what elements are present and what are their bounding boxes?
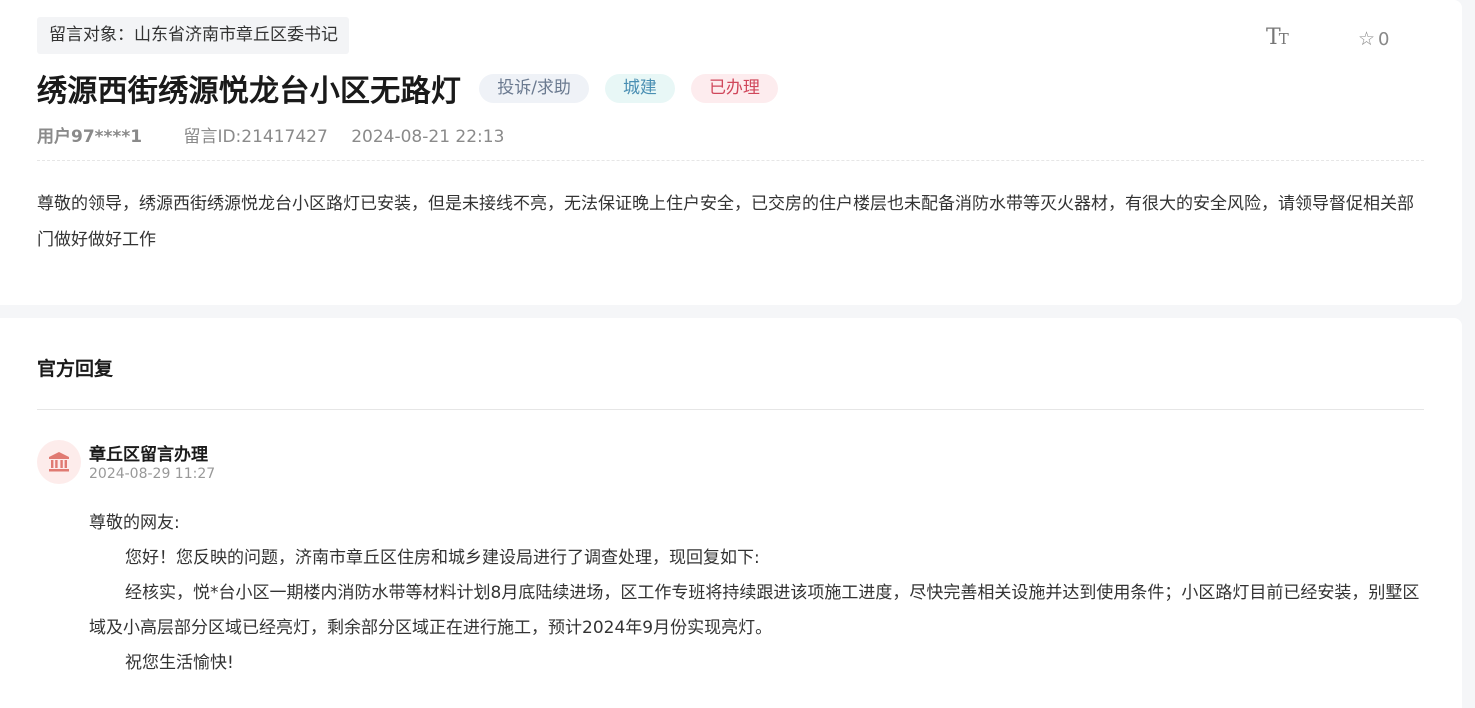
message-body: 尊敬的领导，绣源西街绣源悦龙台小区路灯已安装，但是未接线不亮，无法保证晚上住户安… [37,194,1414,250]
message-datetime: 2024-08-21 22:13 [351,127,505,147]
favorite-count: 0 [1378,29,1390,50]
message-user: 用户97****1 [37,127,143,147]
reply-body: 尊敬的网友: 您好！您反映的问题，济南市章丘区住房和城乡建设局进行了调查处理，现… [89,506,1427,681]
reply-paragraph: 祝您生活愉快! [125,653,234,673]
star-outline-icon: ☆ [1358,28,1376,50]
official-reply-card: 官方回复 章丘区留言办理 2024-08-29 11:27 尊敬的网友: 您好！… [0,318,1462,708]
reply-greeting: 尊敬的网友: [89,513,180,533]
message-meta: 用户97****1 留言ID:21417427 2024-08-21 22:13 [37,124,504,150]
reply-heading: 官方回复 [37,358,114,380]
reply-paragraph: 您好！您反映的问题，济南市章丘区住房和城乡建设局进行了调查处理，现回复如下: [125,548,760,568]
font-size-icon-small: T [1278,30,1289,48]
reply-datetime: 2024-08-29 11:27 [89,466,216,482]
font-size-icon[interactable]: TT [1266,24,1292,52]
page-title: 绣源西街绣源悦龙台小区无路灯 [37,74,462,109]
reply-paragraph: 经核实，悦*台小区一期楼内消防水带等材料计划8月底陆续进场，区工作专班将持续跟进… [89,583,1420,638]
message-id: 留言ID:21417427 [183,127,328,147]
tag-type: 投诉/求助 [479,73,589,103]
reply-department: 章丘区留言办理 [89,445,208,465]
divider [37,160,1424,161]
font-size-icon-large: T [1266,25,1281,50]
divider [37,409,1424,410]
message-target: 留言对象：山东省济南市章丘区委书记 [37,17,349,54]
message-card: 留言对象：山东省济南市章丘区委书记 TT ☆ 0 绣源西街绣源悦龙台小区无路灯 投… [0,0,1462,305]
favorite-button[interactable]: ☆ 0 [1358,26,1390,52]
tag-category: 城建 [604,73,675,103]
government-building-icon [49,452,69,472]
title-row: 绣源西街绣源悦龙台小区无路灯 投诉/求助 城建 已办理 [37,66,794,110]
avatar [37,440,81,484]
status-badge: 已办理 [690,73,778,103]
